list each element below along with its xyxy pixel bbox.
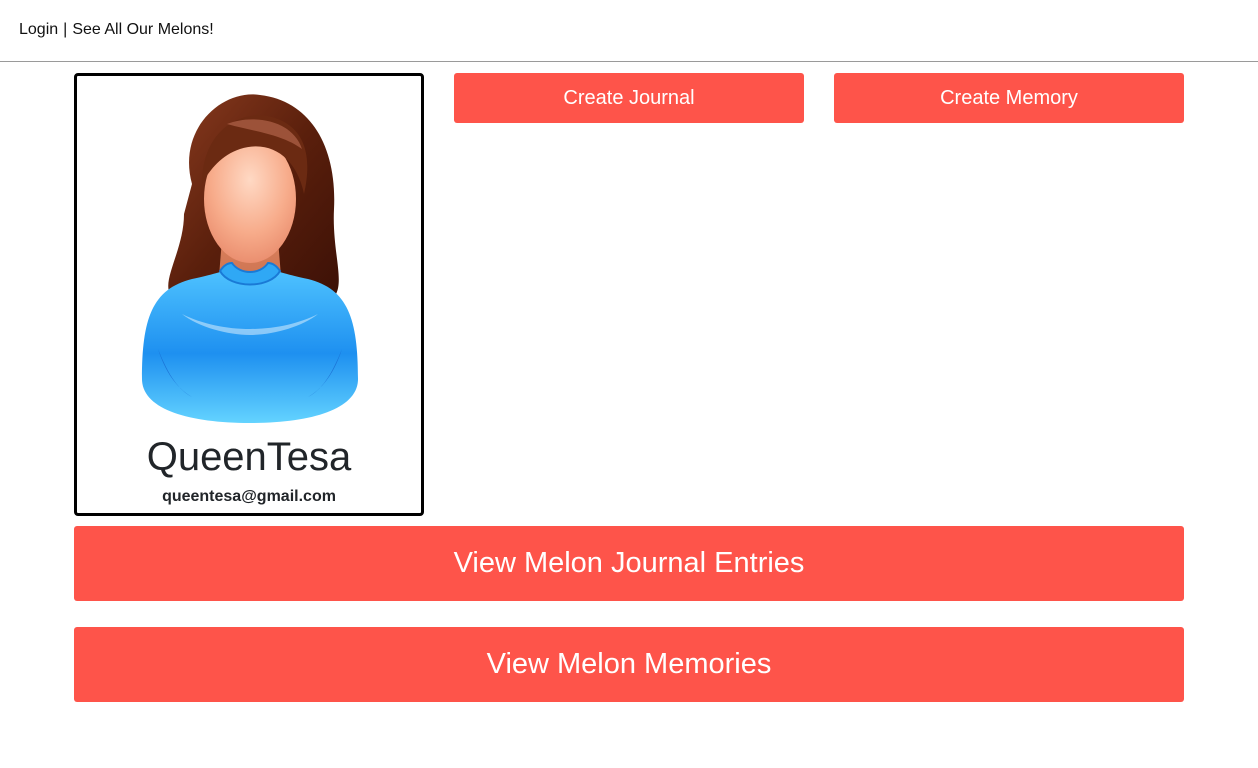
nav-links: Login | See All Our Melons!	[19, 20, 214, 40]
view-journal-entries-button[interactable]: View Melon Journal Entries	[74, 526, 1184, 601]
top-navbar: Login | See All Our Melons!	[0, 0, 1258, 62]
woman-avatar-icon	[142, 94, 358, 423]
view-memories-button[interactable]: View Melon Memories	[74, 627, 1184, 702]
create-memory-button[interactable]: Create Memory	[834, 73, 1184, 123]
profile-card: QueenTesa queentesa@gmail.com	[74, 73, 424, 516]
profile-email: queentesa@gmail.com	[162, 488, 336, 505]
create-journal-button[interactable]: Create Journal	[454, 73, 804, 123]
login-link[interactable]: Login	[19, 21, 58, 38]
see-all-melons-link[interactable]: See All Our Melons!	[72, 21, 213, 38]
nav-separator: |	[63, 21, 68, 38]
profile-username: QueenTesa	[146, 435, 352, 479]
